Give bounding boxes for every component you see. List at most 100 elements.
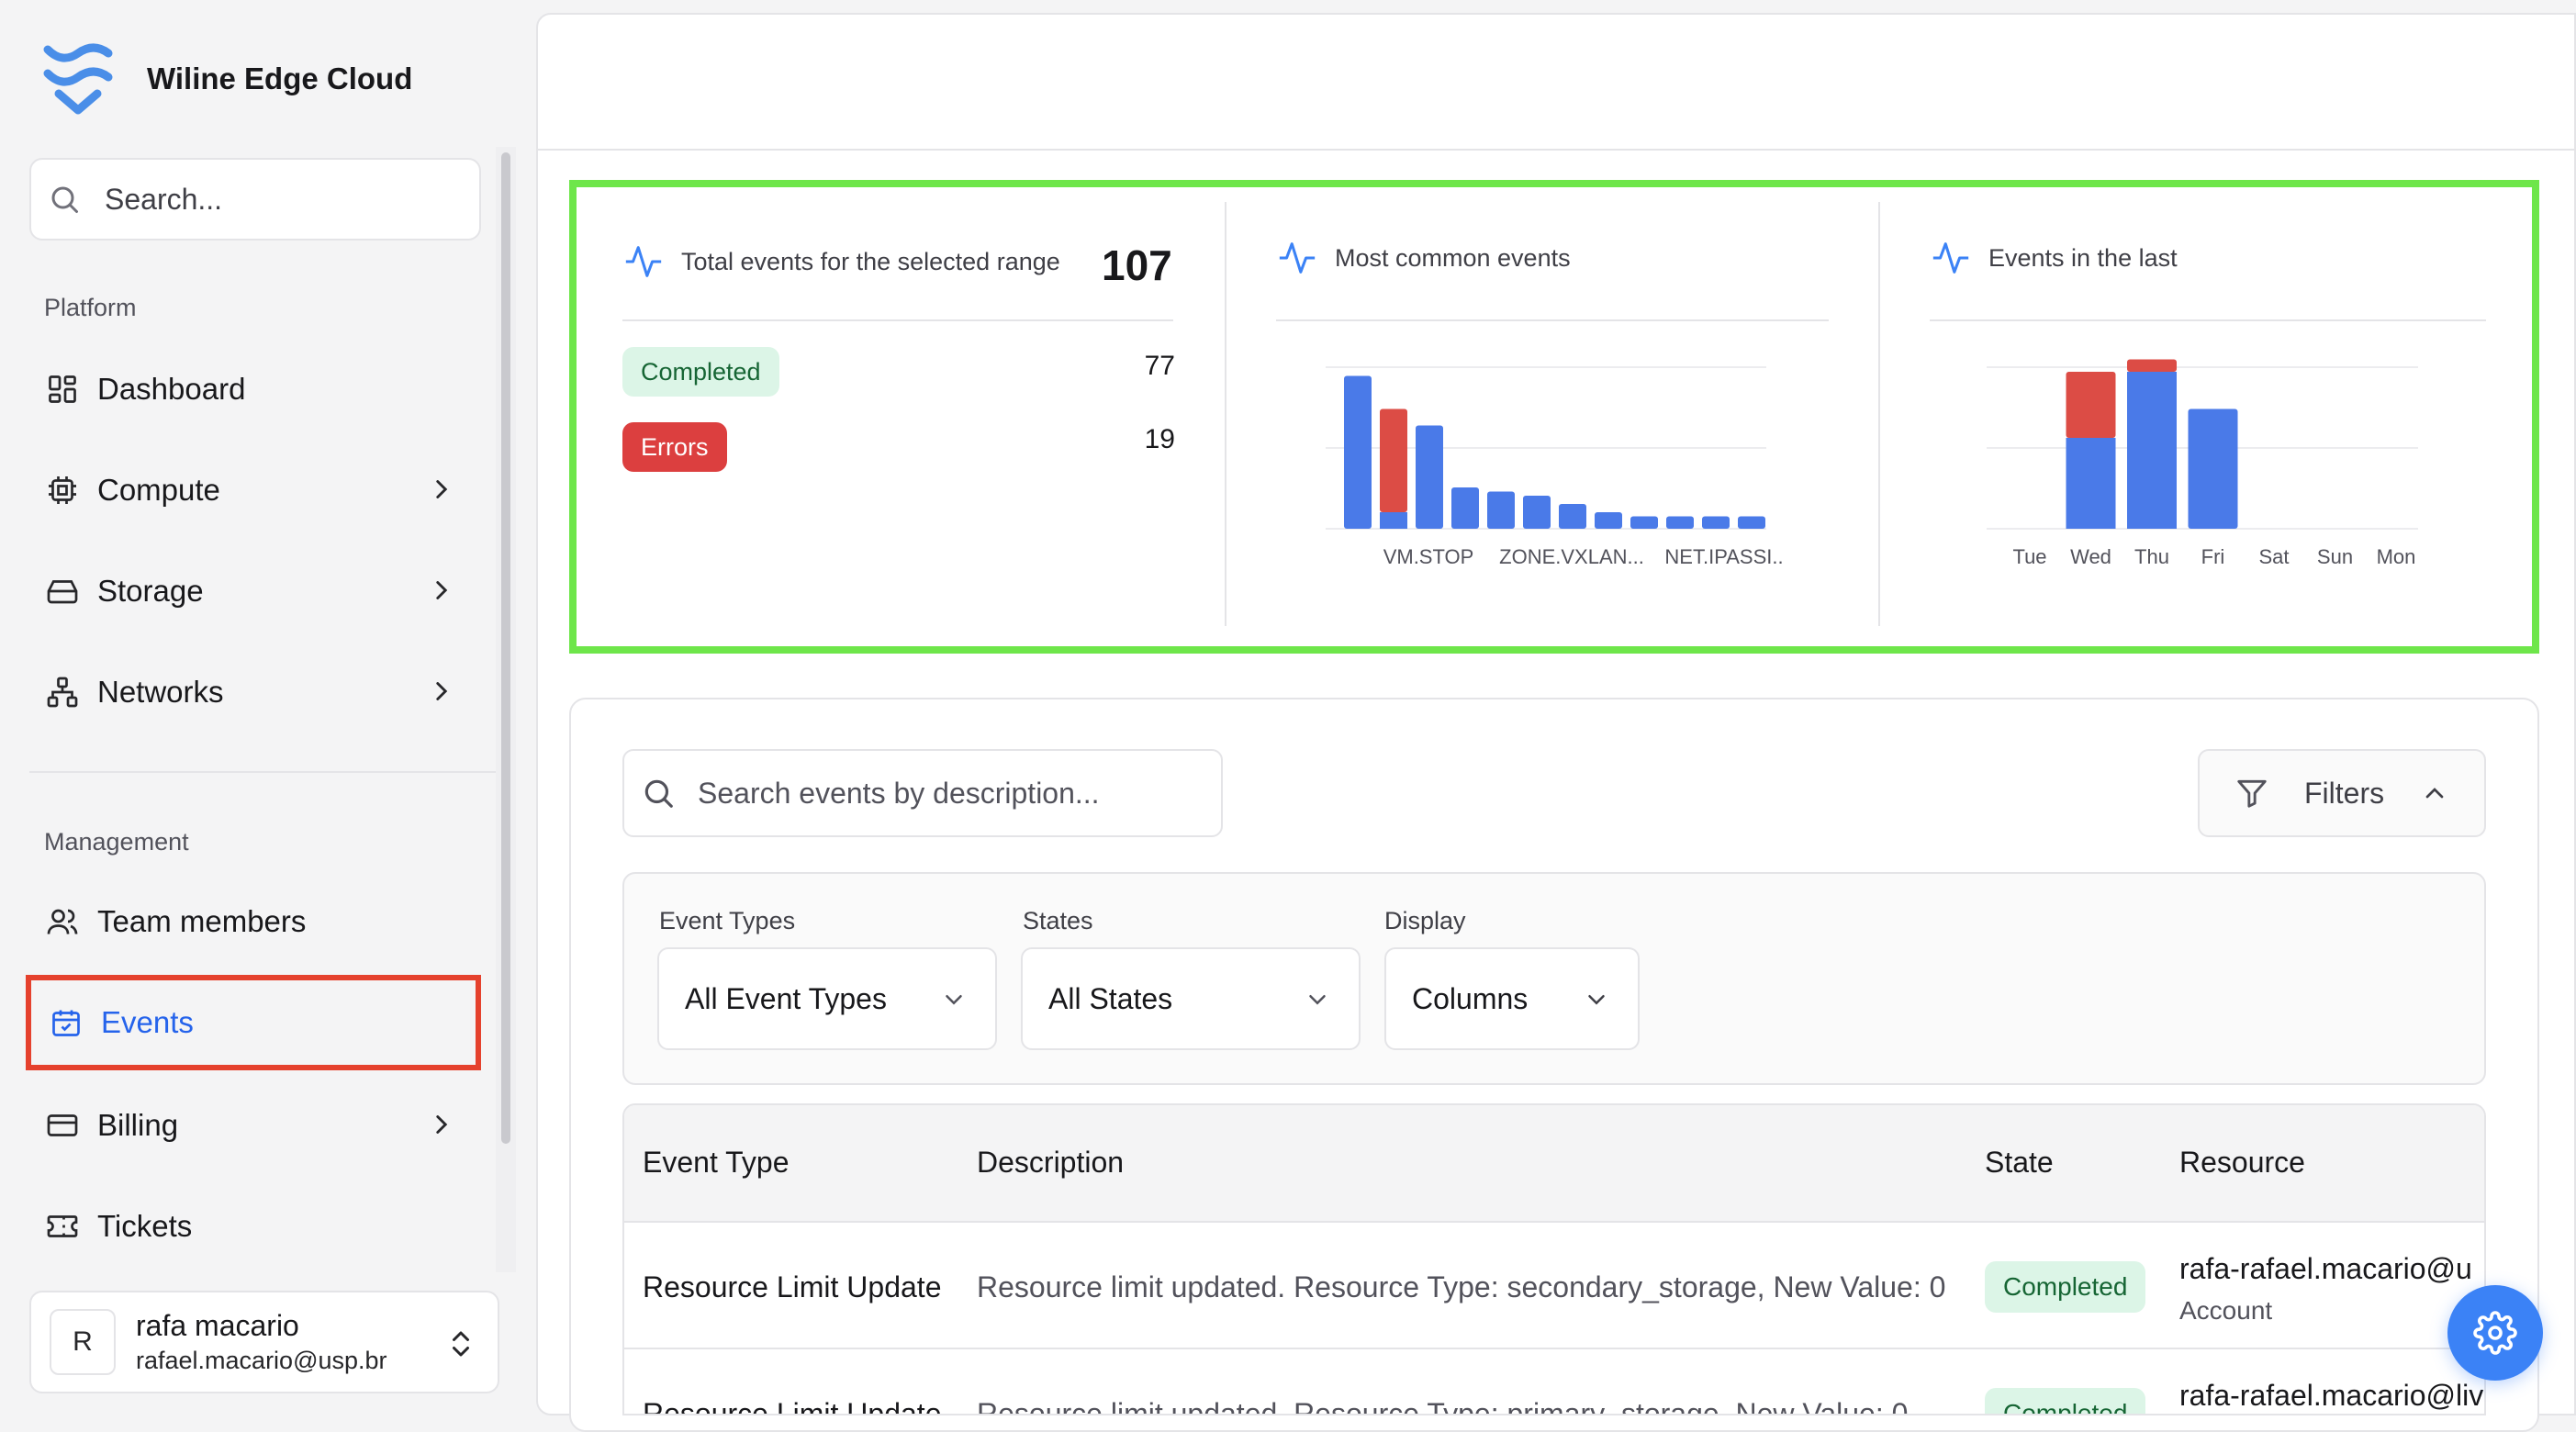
event-types-select[interactable]: All Event Types bbox=[657, 947, 997, 1050]
chart-bar[interactable] bbox=[1595, 512, 1622, 529]
chevron-right-icon bbox=[436, 480, 448, 498]
sidebar-item-networks[interactable]: Networks bbox=[28, 655, 481, 729]
chart-bar[interactable] bbox=[1344, 375, 1372, 530]
chart-tick-label: NET.IPASSI.. bbox=[1664, 545, 1783, 568]
chart-bar[interactable] bbox=[1630, 516, 1658, 530]
chart-bar[interactable] bbox=[1487, 491, 1515, 530]
sidebar-item-label: Billing bbox=[97, 1108, 179, 1142]
sidebar: Wiline Edge Cloud Search... Platform Das… bbox=[0, 0, 521, 1415]
sidebar-item-label: Events bbox=[101, 1005, 194, 1039]
chart-bar[interactable] bbox=[2066, 372, 2116, 438]
sidebar-item-label: Team members bbox=[97, 904, 307, 938]
chart-tick-label: ZONE.VXLAN... bbox=[1499, 545, 1644, 568]
chart-tick-label: VM.STOP bbox=[1383, 545, 1474, 568]
chart-bar[interactable] bbox=[1738, 516, 1765, 530]
completed-badge: Completed bbox=[622, 347, 779, 397]
chart-tick-label: Thu bbox=[2134, 545, 2169, 568]
users-icon bbox=[46, 905, 79, 938]
chart-bar[interactable] bbox=[1702, 516, 1730, 530]
column-header-resource[interactable]: Resource bbox=[2179, 1146, 2305, 1180]
event-types-label: Event Types bbox=[659, 907, 796, 934]
header-divider bbox=[536, 149, 2576, 151]
table-row[interactable]: Resource Limit Update Resource limit upd… bbox=[624, 1349, 2484, 1415]
chart-bar[interactable] bbox=[1380, 408, 1407, 513]
activity-icon bbox=[1279, 242, 1316, 274]
user-name: rafa macario bbox=[136, 1309, 299, 1342]
filter-icon bbox=[2237, 779, 2267, 808]
settings-fab-button[interactable] bbox=[2447, 1285, 2543, 1381]
state-badge: Completed bbox=[1985, 1388, 2146, 1414]
sidebar-item-label: Tickets bbox=[97, 1209, 193, 1243]
chevron-right-icon bbox=[436, 581, 448, 599]
states-value: All States bbox=[1048, 981, 1173, 1015]
resource-cell[interactable]: rafa-rafael.macario@liv bbox=[2179, 1379, 2483, 1413]
total-events-value: 107 bbox=[1102, 241, 1172, 289]
sidebar-item-team-members[interactable]: Team members bbox=[28, 885, 481, 958]
search-placeholder: Search... bbox=[105, 182, 223, 216]
states-select[interactable]: All States bbox=[1021, 947, 1361, 1050]
sidebar-divider bbox=[29, 771, 498, 773]
chart-bar[interactable] bbox=[1523, 496, 1551, 529]
total-events-label: Total events for the selected range bbox=[681, 247, 1060, 275]
table-row[interactable]: Resource Limit Update Resource limit upd… bbox=[624, 1223, 2484, 1349]
chart-bar[interactable] bbox=[2188, 408, 2238, 530]
sidebar-search-input[interactable]: Search... bbox=[29, 158, 481, 241]
hard-drive-icon bbox=[46, 575, 79, 608]
column-header-state[interactable]: State bbox=[1985, 1146, 2054, 1180]
user-menu[interactable]: R rafa macario rafael.macario@usp.br bbox=[29, 1291, 499, 1393]
network-icon bbox=[46, 676, 79, 709]
chart-bar[interactable] bbox=[2127, 372, 2177, 529]
events-table: Event Type Description State Resource Re… bbox=[622, 1103, 2486, 1415]
column-header-description[interactable]: Description bbox=[977, 1146, 1124, 1180]
chart-bar[interactable] bbox=[1559, 504, 1586, 529]
chart-tick-label: Tue bbox=[2012, 545, 2046, 568]
activity-icon bbox=[1932, 242, 1969, 274]
chart-bar[interactable] bbox=[1380, 512, 1407, 529]
event-type-cell: Resource Limit Update bbox=[643, 1270, 942, 1303]
chart-tick-label: Wed bbox=[2070, 545, 2111, 568]
gear-icon bbox=[2473, 1311, 2517, 1355]
events-search-input[interactable]: Search events by description... bbox=[622, 749, 1223, 837]
chart-bar[interactable] bbox=[1416, 425, 1443, 530]
resource-cell[interactable]: rafa-rafael.macario@u bbox=[2179, 1252, 2472, 1286]
sidebar-item-label: Dashboard bbox=[97, 372, 246, 406]
app-name: Wiline Edge Cloud bbox=[147, 62, 413, 95]
filters-label: Filters bbox=[2304, 776, 2385, 810]
common-events-title: Most common events bbox=[1276, 237, 1571, 279]
display-label: Display bbox=[1384, 907, 1466, 934]
chart-bar[interactable] bbox=[1451, 487, 1479, 529]
chevron-down-icon bbox=[1588, 995, 1605, 1005]
chart-bar[interactable] bbox=[2127, 359, 2177, 373]
filters-button[interactable]: Filters bbox=[2198, 749, 2486, 837]
brand[interactable]: Wiline Edge Cloud bbox=[42, 40, 412, 117]
recent-divider bbox=[1930, 319, 2486, 321]
event-type-cell: Resource Limit Update bbox=[643, 1397, 942, 1415]
sidebar-item-dashboard[interactable]: Dashboard bbox=[28, 352, 481, 426]
ticket-icon bbox=[46, 1210, 79, 1243]
panel-divider bbox=[1878, 202, 1880, 626]
chart-tick-label: Sun bbox=[2317, 545, 2353, 568]
search-icon bbox=[644, 779, 673, 808]
column-header-event-type[interactable]: Event Type bbox=[643, 1146, 790, 1180]
chart-bar[interactable] bbox=[2066, 438, 2116, 529]
platform-section-label: Platform bbox=[44, 294, 137, 321]
sidebar-item-billing[interactable]: Billing bbox=[28, 1089, 481, 1162]
sidebar-item-events[interactable]: Events bbox=[26, 975, 481, 1070]
avatar: R bbox=[50, 1309, 116, 1375]
sidebar-item-compute[interactable]: Compute bbox=[28, 453, 481, 527]
chart-bar[interactable] bbox=[1666, 516, 1694, 530]
display-select[interactable]: Columns bbox=[1384, 947, 1640, 1050]
state-badge: Completed bbox=[1985, 1261, 2146, 1313]
chevron-right-icon bbox=[436, 1115, 448, 1134]
table-header: Event Type Description State Resource bbox=[624, 1105, 2484, 1223]
chart-tick-label: Sat bbox=[2258, 545, 2289, 568]
chevron-down-icon bbox=[946, 995, 962, 1005]
sidebar-scrollbar[interactable] bbox=[501, 152, 510, 1144]
recent-events-chart: Tue Wed Thu Fri Sat Sun Mon bbox=[1987, 359, 2418, 568]
cpu-icon bbox=[46, 474, 79, 507]
completed-count: 77 bbox=[1144, 351, 1175, 381]
sidebar-item-storage[interactable]: Storage bbox=[28, 554, 481, 628]
chevron-up-icon bbox=[2425, 788, 2444, 799]
display-value: Columns bbox=[1412, 981, 1529, 1015]
sidebar-item-tickets[interactable]: Tickets bbox=[28, 1190, 481, 1263]
